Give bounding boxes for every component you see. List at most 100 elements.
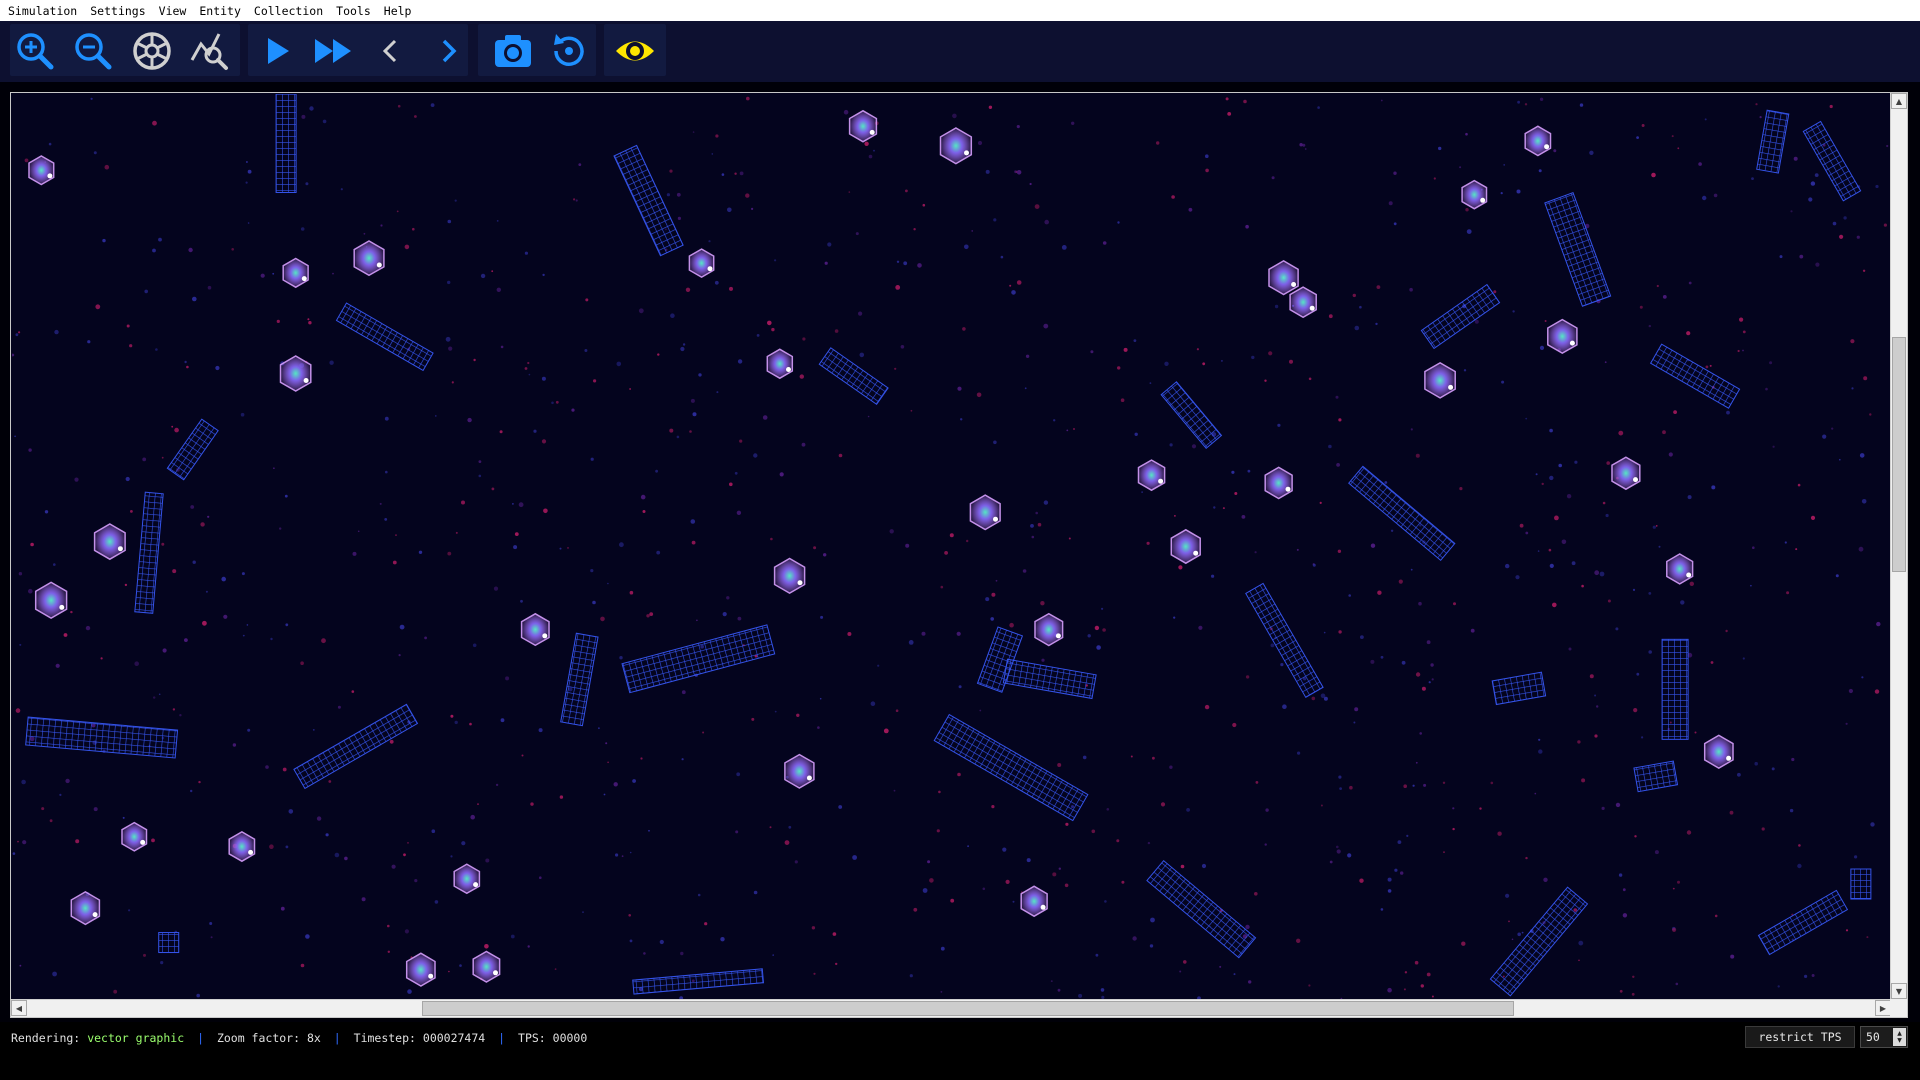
particle [1400, 871, 1404, 875]
zoom-out-button[interactable] [69, 27, 117, 75]
particle [1739, 317, 1744, 322]
tps-limit-spinbox[interactable]: 50 ▲ ▼ [1860, 1026, 1908, 1048]
particle [447, 551, 452, 556]
scrollbar-corner [1890, 999, 1907, 1017]
particle [1549, 428, 1553, 433]
particle [600, 616, 605, 622]
particle [1404, 971, 1408, 974]
cell-node [1544, 144, 1550, 150]
particle [1254, 892, 1258, 896]
particle [1116, 839, 1120, 843]
particle [1866, 936, 1869, 939]
spin-arrows-icon[interactable]: ▲ ▼ [1893, 1028, 1906, 1046]
particle [756, 334, 760, 337]
scroll-left-icon[interactable]: ◀ [11, 1000, 27, 1016]
particle [895, 285, 901, 290]
particle [1677, 880, 1680, 884]
particle [1178, 565, 1183, 570]
particle [1574, 460, 1578, 464]
particle [480, 273, 486, 279]
vertical-scroll-thumb[interactable] [1892, 337, 1906, 572]
restrict-tps-button[interactable]: restrict TPS [1745, 1026, 1855, 1048]
particle [18, 331, 21, 334]
navigation-button[interactable] [128, 27, 176, 75]
play-button[interactable] [253, 27, 301, 75]
particle [1335, 395, 1339, 399]
particle [1845, 929, 1849, 932]
particle [431, 829, 436, 833]
cell-node [117, 546, 123, 552]
particle [152, 120, 157, 126]
fast-forward-button[interactable] [309, 27, 357, 75]
particle [1034, 204, 1040, 209]
particle [913, 228, 916, 231]
particle [696, 619, 698, 622]
particle [1091, 829, 1096, 834]
menu-tools[interactable]: Tools [331, 4, 379, 18]
particle [1169, 765, 1173, 769]
zoom-in-button[interactable] [11, 27, 59, 75]
particle [450, 714, 454, 718]
particle [867, 415, 870, 418]
snapshot-button[interactable] [489, 27, 537, 75]
particle [771, 327, 775, 332]
particle [1525, 531, 1529, 535]
scroll-up-icon[interactable]: ▲ [1891, 93, 1907, 109]
particle [1459, 166, 1462, 169]
particle [669, 428, 674, 433]
rendering-label: Rendering: [11, 1031, 81, 1045]
menu-collection[interactable]: Collection [249, 4, 331, 18]
particle [1174, 515, 1176, 517]
particle [1704, 118, 1707, 121]
menu-entity[interactable]: Entity [194, 4, 249, 18]
particle [956, 631, 961, 636]
particle [1500, 192, 1503, 195]
particle [1737, 349, 1740, 353]
particle [835, 962, 838, 966]
simulation-world[interactable] [12, 94, 1890, 999]
particle [1397, 840, 1402, 844]
particle [1639, 305, 1643, 309]
particle [196, 993, 200, 998]
menu-settings[interactable]: Settings [85, 4, 153, 18]
particle [811, 926, 816, 930]
particle [1534, 792, 1537, 795]
restore-button[interactable] [545, 27, 593, 75]
cell-node [376, 262, 382, 268]
cell-node [542, 633, 548, 639]
menu-help[interactable]: Help [379, 4, 420, 18]
visibility-button[interactable] [611, 27, 659, 75]
particle [1795, 548, 1798, 551]
step-forward-button[interactable] [424, 27, 472, 75]
particle [1544, 320, 1547, 322]
particle [737, 359, 743, 364]
lattice-structure [1850, 868, 1872, 900]
horizontal-scrollbar[interactable]: ◀ ▶ [11, 999, 1891, 1017]
vertical-scrollbar[interactable]: ▲ ▼ [1890, 93, 1907, 999]
particle [1328, 444, 1332, 449]
particle [1726, 410, 1730, 415]
particle [28, 588, 33, 594]
particle [1709, 364, 1712, 367]
particle [190, 789, 193, 793]
particle [129, 344, 133, 348]
menu-view[interactable]: View [154, 4, 195, 18]
menu-simulation[interactable]: Simulation [3, 4, 85, 18]
scroll-down-icon[interactable]: ▼ [1891, 983, 1907, 999]
cell-node [964, 150, 969, 156]
particle [593, 379, 597, 383]
particle [1466, 229, 1472, 235]
particle [1009, 284, 1012, 287]
action-mode-button[interactable] [186, 27, 234, 75]
scroll-right-icon[interactable]: ▶ [1875, 1000, 1891, 1016]
particle [451, 381, 454, 384]
particle [1066, 429, 1069, 432]
step-backward-button[interactable] [367, 27, 415, 75]
particle [1517, 100, 1520, 104]
particle [63, 633, 68, 637]
horizontal-scroll-thumb[interactable] [422, 1001, 1514, 1016]
particle [524, 367, 528, 370]
particle [1410, 428, 1413, 431]
simulation-viewport[interactable]: ▲ ▼ ◀ ▶ [10, 92, 1908, 1018]
particle [1634, 835, 1637, 838]
